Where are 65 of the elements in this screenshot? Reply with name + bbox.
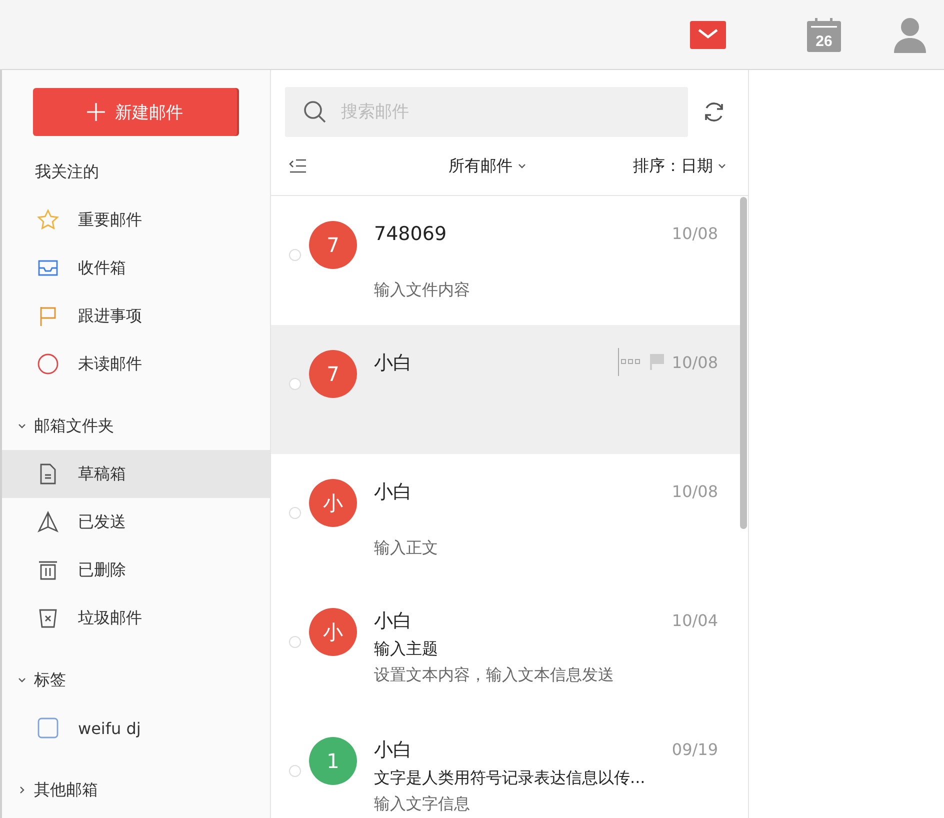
sidebar-item[interactable]: 已删除 <box>2 546 270 594</box>
select-radio[interactable] <box>289 507 301 519</box>
sidebar-item[interactable]: 未读邮件 <box>2 340 270 388</box>
sidebar-item[interactable]: weifu dj <box>2 704 270 752</box>
sender-name: 小白 <box>374 609 413 634</box>
sidebar-item-label: 重要邮件 <box>78 210 142 230</box>
plus-icon <box>87 103 105 121</box>
sidebar-item-label: 已发送 <box>78 512 126 532</box>
sidebar-item-label: 已删除 <box>78 560 126 580</box>
mail-date: 09/19 <box>672 740 718 758</box>
mail-subject: 输入主题 <box>374 638 439 660</box>
tag-checkbox-icon <box>36 716 60 740</box>
sidebar-item-label: 垃圾邮件 <box>78 608 142 628</box>
section-title: 我关注的 <box>35 162 99 182</box>
sidebar-item[interactable]: 重要邮件 <box>2 196 270 244</box>
mail-row[interactable]: 7 小白 10/08 <box>271 325 740 454</box>
select-radio[interactable] <box>289 378 301 390</box>
select-radio[interactable] <box>289 636 301 648</box>
sender-name: 小白 <box>374 480 413 505</box>
sidebar-item-label: 未读邮件 <box>78 354 142 374</box>
mail-date: 10/08 <box>672 352 718 372</box>
sender-avatar: 小 <box>309 608 357 656</box>
select-radio[interactable] <box>289 249 301 261</box>
calendar-icon <box>807 18 841 52</box>
select-radio[interactable] <box>289 765 301 777</box>
mail-date: 10/04 <box>672 610 718 630</box>
sender-avatar: 7 <box>309 350 357 398</box>
star-icon <box>36 208 60 232</box>
mail-subject: 文字是人类用符号记录表达信息以传... <box>374 767 646 789</box>
sidebar-item[interactable]: 跟进事项 <box>2 292 270 340</box>
sort-dropdown[interactable]: 排序：日期 <box>633 156 728 176</box>
sidebar-item-label: 收件箱 <box>78 258 126 278</box>
envelope-icon <box>690 20 726 48</box>
filter-dropdown[interactable]: 所有邮件 <box>448 156 528 176</box>
search-icon <box>303 100 327 124</box>
paper-plane-icon <box>36 510 60 534</box>
sidebar-item-label: weifu dj <box>78 718 141 738</box>
mail-preview: 设置文本内容，输入文本信息发送 <box>374 664 615 686</box>
sidebar-item[interactable]: 已发送 <box>2 498 270 546</box>
sidebar-item-label: 跟进事项 <box>78 306 142 326</box>
more-icon[interactable] <box>618 348 642 376</box>
section-title[interactable]: 标签 <box>34 670 66 690</box>
section-title[interactable]: 邮箱文件夹 <box>34 416 114 436</box>
mail-preview: 输入正文 <box>374 537 439 559</box>
circle-icon <box>36 352 60 376</box>
sender-avatar: 1 <box>309 737 357 785</box>
collapse-list-icon[interactable] <box>289 158 307 174</box>
scrollbar-thumb[interactable] <box>740 197 747 529</box>
sender-name: 小白 <box>374 738 413 763</box>
sidebar-item[interactable]: 收件箱 <box>2 244 270 292</box>
sender-avatar: 小 <box>309 479 357 527</box>
sidebar-item[interactable]: 垃圾邮件 <box>2 594 270 642</box>
refresh-icon[interactable] <box>702 100 726 124</box>
sidebar-item-label: 草稿箱 <box>78 464 126 484</box>
mail-preview: 输入文件内容 <box>374 279 471 301</box>
sidebar-item[interactable]: 草稿箱 <box>2 450 270 498</box>
section-title[interactable]: 其他邮箱 <box>34 780 98 800</box>
compose-button[interactable]: 新建邮件 <box>33 88 237 136</box>
flag-icon[interactable] <box>650 354 664 370</box>
sender-name: 小白 <box>374 351 413 376</box>
mail-date: 10/08 <box>672 482 718 500</box>
mail-date: 10/08 <box>672 224 718 242</box>
sender-name: 748069 <box>374 222 448 247</box>
sender-avatar: 7 <box>309 221 357 269</box>
mail-preview: 输入文字信息 <box>374 793 471 815</box>
